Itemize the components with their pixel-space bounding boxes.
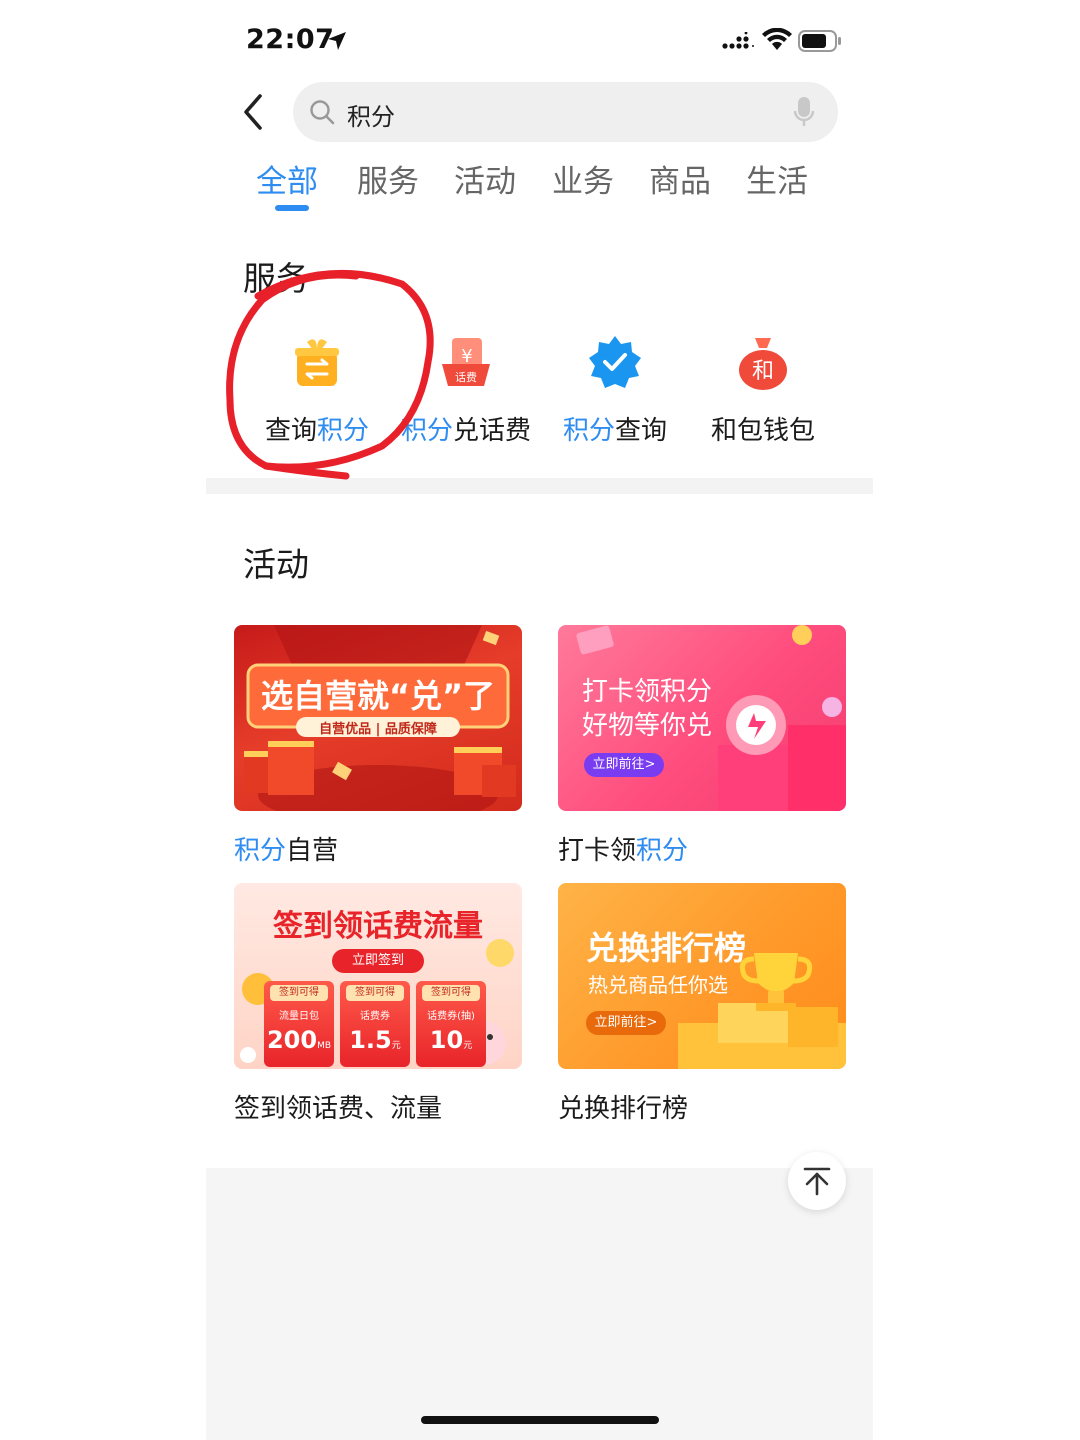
activity-label: 积分自营 — [234, 836, 339, 866]
ticket-value: 10元 — [429, 1026, 473, 1054]
activity-label: 签到领话费、流量 — [234, 1094, 443, 1124]
services-section-title: 服务 — [243, 259, 309, 298]
activity-banner-exchange-ranking[interactable]: 兑换排行榜 热兑商品任你选 立即前往> — [558, 883, 846, 1069]
tab-services[interactable]: 服务 — [357, 156, 419, 201]
status-time: 22:07 — [246, 24, 335, 55]
activity-banner-checkin-points[interactable]: 打卡领积分 好物等你兑 立即前往> — [558, 625, 846, 811]
search-query: 积分 — [347, 103, 395, 131]
ticket-tag: 签到可得 — [422, 985, 480, 1001]
ticket-name: 流量日包 — [279, 1011, 319, 1022]
arrow-up-icon — [803, 1167, 831, 1196]
activity-label: 打卡领积分 — [558, 836, 689, 866]
banner-headline: 签到领话费流量 — [273, 909, 483, 944]
home-indicator — [421, 1416, 659, 1424]
banner-headline: 兑换排行榜 — [586, 929, 747, 967]
banner-line2: 好物等你兑 — [582, 711, 713, 741]
back-to-top-button[interactable] — [788, 1152, 846, 1210]
ticket-tag: 签到可得 — [346, 985, 404, 1001]
cellular-signal-icon — [722, 32, 754, 49]
activity-label: 兑换排行榜 — [558, 1094, 689, 1124]
banner-cta-button[interactable]: 立即前往> — [586, 1011, 666, 1035]
service-label: 和包钱包 — [710, 416, 815, 446]
back-arrow-icon[interactable] — [236, 92, 270, 132]
activity-banner-signin-bill-data[interactable]: 签到领话费流量 立即签到 签到可得 流量日包 200MB 签到可得 话费券 1.… — [234, 883, 522, 1069]
wifi-icon — [762, 28, 792, 50]
banner-subtitle: 自营优品 | 品质保障 — [319, 722, 437, 737]
status-bar: 22:07 — [206, 18, 873, 66]
microphone-icon[interactable] — [793, 96, 815, 128]
section-divider — [206, 478, 873, 494]
service-label: 积分查询 — [562, 416, 668, 446]
activities-section-title: 活动 — [243, 545, 309, 584]
location-arrow-icon — [328, 32, 346, 50]
activity-banner-points-self-run[interactable]: 选自营就“兑”了 自营优品 | 品质保障 — [234, 625, 522, 811]
banner-cta-button[interactable]: 立即签到 — [332, 949, 424, 973]
svg-text:话费: 话费 — [455, 371, 477, 384]
tab-activities[interactable]: 活动 — [454, 156, 516, 201]
svg-text:和: 和 — [752, 359, 774, 384]
tab-life[interactable]: 生活 — [746, 156, 808, 201]
search-input[interactable]: 积分 — [293, 82, 838, 142]
phone-bill-icon: ¥ 话费 — [442, 338, 490, 386]
money-bag-icon: 和 — [739, 338, 787, 390]
banner-headline: 选自营就“兑”了 — [260, 677, 496, 715]
ticket-tag: 签到可得 — [270, 985, 328, 1001]
gift-exchange-icon — [295, 339, 339, 386]
service-hebao-wallet[interactable]: 和 和包钱包 — [688, 330, 838, 447]
app-screen: 22:07 积分 全部 服务 活动 业务 商品 生活 服务 查询积分 ¥ 话费 … — [206, 0, 873, 1440]
reward-ticket: 签到可得 流量日包 200MB — [264, 981, 334, 1067]
search-icon — [310, 100, 335, 125]
tab-all[interactable]: 全部 — [256, 156, 318, 201]
reward-ticket: 签到可得 话费券 1.5元 — [340, 981, 410, 1067]
service-points-phone-bill[interactable]: ¥ 话费 积分兑话费 — [391, 330, 541, 447]
reward-ticket: 签到可得 话费券(抽) 10元 — [416, 981, 486, 1067]
svg-text:¥: ¥ — [461, 346, 472, 367]
service-label: 查询积分 — [264, 416, 370, 446]
active-tab-indicator — [275, 205, 309, 211]
banner-subtitle: 热兑商品任你选 — [588, 973, 728, 997]
banner-line1: 打卡领积分 — [582, 677, 713, 707]
ticket-value: 200MB — [266, 1026, 332, 1054]
page-bottom-area — [206, 1168, 873, 1440]
tab-products[interactable]: 商品 — [649, 156, 711, 201]
ticket-name: 话费券 — [360, 1011, 390, 1022]
verified-badge-icon — [589, 336, 641, 388]
ticket-value: 1.5元 — [349, 1026, 401, 1054]
tab-business[interactable]: 业务 — [552, 156, 614, 201]
service-points-query[interactable]: 积分查询 — [540, 330, 690, 447]
ticket-name: 话费券(抽) — [427, 1011, 475, 1022]
service-query-points[interactable]: 查询积分 — [242, 330, 392, 447]
banner-cta-button[interactable]: 立即前往> — [584, 753, 664, 777]
battery-icon — [798, 30, 841, 52]
service-label: 积分兑话费 — [400, 416, 532, 446]
